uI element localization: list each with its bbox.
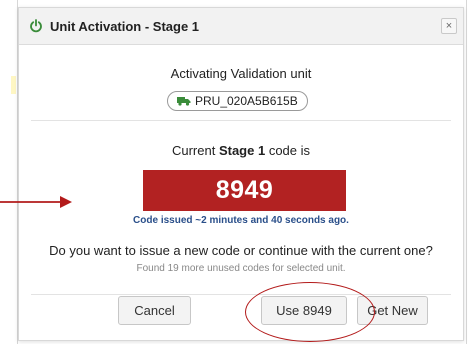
- annotation-arrow: [0, 196, 72, 208]
- unit-activation-dialog: Unit Activation - Stage 1 × Activating V…: [18, 7, 464, 341]
- unused-codes-note: Found 19 more unused codes for selected …: [136, 263, 346, 274]
- code-issued-text: Code issued ~2 minutes and 40 seconds ag…: [133, 215, 349, 226]
- prompt-question: Do you want to issue a new code or conti…: [49, 243, 433, 258]
- divider: [31, 120, 451, 121]
- code-intro-stage: Stage 1: [218, 143, 266, 158]
- power-icon: [29, 18, 45, 34]
- activation-code: 8949: [143, 170, 346, 211]
- dialog-titlebar: Unit Activation - Stage 1 ×: [19, 8, 463, 45]
- code-intro-prefix: Current: [171, 143, 216, 158]
- unit-badge: PRU_020A5B615B: [167, 91, 308, 111]
- close-button[interactable]: ×: [441, 18, 457, 34]
- code-intro-suffix: code is: [268, 143, 311, 158]
- activating-text: Activating Validation unit: [170, 66, 312, 81]
- unit-id: PRU_020A5B615B: [195, 94, 298, 108]
- current-code-label: Current Stage 1 code is: [19, 143, 463, 158]
- divider: [31, 294, 451, 295]
- truck-icon: [177, 96, 191, 106]
- dialog-title: Unit Activation - Stage 1: [50, 18, 200, 34]
- background-border-right: [466, 0, 467, 344]
- background-highlight: [11, 76, 16, 94]
- annotation-circle: [245, 282, 375, 342]
- close-icon: ×: [445, 19, 453, 32]
- cancel-button[interactable]: Cancel: [118, 296, 191, 325]
